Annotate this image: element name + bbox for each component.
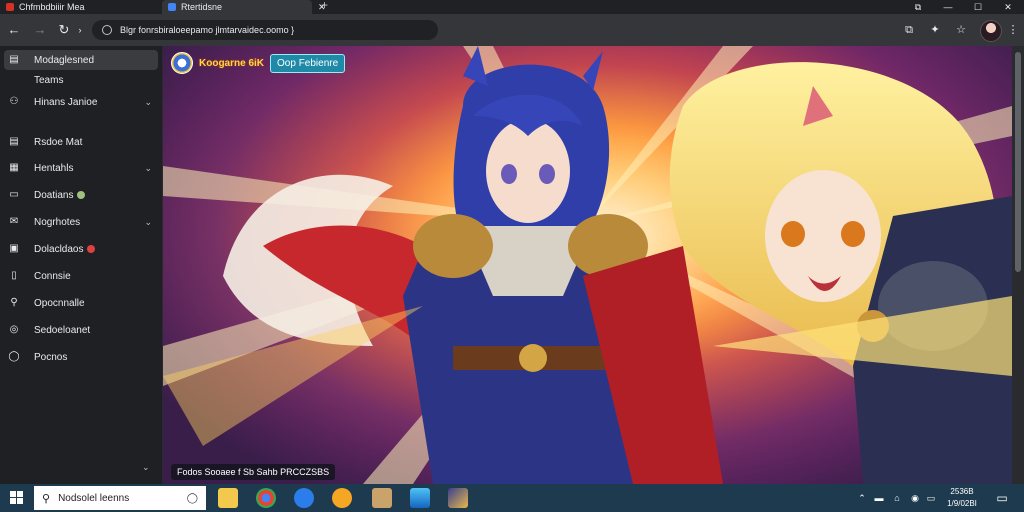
maximize-button[interactable]: ☐	[966, 0, 990, 14]
sidebar-item-label: Modaglesned	[34, 54, 95, 66]
minimize-button[interactable]: —	[936, 0, 960, 14]
chevron-down-icon[interactable]: ⌄	[144, 217, 152, 228]
tab-search-icon[interactable]: ⧉	[906, 0, 930, 14]
battery-icon[interactable]: ▬	[872, 484, 886, 512]
blank-icon	[8, 74, 20, 86]
sidebar-item-rsdoe-mat[interactable]: ▤ Rsdoe Mat	[8, 132, 158, 152]
tab-favicon-icon	[6, 3, 14, 11]
back-arrow-icon[interactable]: ←	[6, 22, 22, 38]
chevron-right-icon[interactable]: ›	[72, 22, 88, 38]
sidebar-item-hinans-janioe[interactable]: ⚇ Hinans Janioe ⌄	[8, 92, 158, 112]
book-icon: ▯	[11, 270, 17, 281]
tray-chevron-up-icon[interactable]: ⌃	[856, 484, 868, 512]
tab-title: Rtertidsne	[181, 2, 223, 12]
search-icon: ⚲	[10, 297, 18, 308]
bookmark-star-icon[interactable]: ☆	[954, 23, 968, 37]
close-window-button[interactable]: ✕	[996, 0, 1020, 14]
sidebar-item-label: Hinans Janioe	[34, 96, 98, 108]
mail-icon: ✉	[9, 216, 19, 227]
sidebar-item-sedoeloanet[interactable]: ◎ Sedoeloanet	[8, 320, 158, 340]
site-info-icon[interactable]	[102, 25, 112, 35]
sidebar-item-label: Teams	[34, 74, 64, 86]
search-icon: ⚲	[42, 492, 51, 505]
folder-app-icon[interactable]	[372, 488, 392, 508]
settings-icon: ◎	[9, 324, 19, 335]
anime-illustration	[163, 46, 1012, 484]
store-icon[interactable]	[410, 488, 430, 508]
profile-avatar[interactable]	[980, 20, 1002, 42]
copy-icon[interactable]: ⧉	[902, 23, 916, 37]
windows-start-icon[interactable]	[0, 484, 34, 512]
clock-time: 2536B	[950, 487, 974, 496]
sidebar-item-label: Dolacldaos	[34, 243, 84, 255]
sidebar-item-dolacldaos[interactable]: ▣ Dolacldaos	[8, 239, 158, 259]
panel-icon: ▤	[9, 54, 19, 65]
menu-dots-icon[interactable]: ⋮	[1006, 23, 1020, 37]
sidebar-item-label: Nogrhotes	[34, 216, 81, 228]
browser-titlebar: Chfmbdbiiir Mea Rtertidsne ✕ + ⧉ — ☐ ✕	[0, 0, 1024, 14]
play-button[interactable]: Oop Febienre	[270, 53, 346, 73]
scrollbar-thumb[interactable]	[1015, 52, 1021, 272]
browser-toolbar: ← → ↻ › Blgr fonrsbiraloeepamo jlmtarvai…	[0, 14, 1024, 46]
taskbar-clock[interactable]: 2536B 1/9/02BI	[940, 486, 984, 510]
game-logo-icon	[171, 52, 193, 74]
chevron-down-icon[interactable]: ⌄	[144, 163, 152, 174]
extensions-icon[interactable]: ✦	[928, 23, 942, 37]
sidebar-item-connsie[interactable]: ▯ Connsie	[8, 266, 158, 286]
sidebar-item-label: Pocnos	[34, 351, 68, 363]
sidebar-item-opocnnalle[interactable]: ⚲ Opocnnalle	[8, 293, 158, 313]
volume-icon[interactable]: ◉	[908, 484, 922, 512]
search-text: Nodsolel leenns	[58, 492, 130, 504]
sidebar-item-label: Sedoeloanet	[34, 324, 91, 336]
address-bar[interactable]: Blgr fonrsbiraloeepamo jlmtarvaidec.oomo…	[92, 20, 438, 40]
url-text: Blgr fonrsbiraloeepamo jlmtarvaidec.oomo…	[120, 25, 295, 35]
hero-artwork: Koogarne 6iK Oop Febienre Fodos Sooaee f…	[163, 46, 1012, 484]
sidebar-item-label: Hentahls	[34, 162, 74, 174]
network-icon[interactable]: ⌂	[890, 484, 904, 512]
chevron-down-icon[interactable]: ⌄	[144, 97, 152, 108]
game-app-icon[interactable]	[448, 488, 468, 508]
sidebar-item-label: Connsie	[34, 270, 71, 282]
status-badge	[77, 191, 86, 199]
sidebar-item-label: Rsdoe Mat	[34, 136, 83, 148]
cortana-icon[interactable]: ◯	[187, 493, 198, 504]
status-badge	[87, 245, 96, 253]
file-explorer-icon[interactable]	[218, 488, 238, 508]
image-icon: ▣	[9, 243, 19, 254]
chevron-down-icon[interactable]: ⌄	[142, 462, 150, 473]
reload-icon[interactable]: ↻	[56, 22, 72, 38]
forward-arrow-icon[interactable]: →	[32, 22, 48, 38]
vertical-scrollbar[interactable]	[1012, 46, 1024, 484]
keyboard-icon[interactable]: ▭	[924, 484, 938, 512]
sidebar-item-hentahls[interactable]: ▦ Hentahls ⌄	[8, 158, 158, 178]
game-title-badge: Koogarne 6iK Oop Febienre	[171, 52, 346, 74]
help-icon: ◯	[8, 351, 20, 362]
windows-taskbar: ⚲ Nodsolel leenns ◯ ⌃ ▬ ⌂ ◉ ▭ 2536B 1/9/…	[0, 484, 1024, 512]
tab-favicon-icon	[168, 3, 176, 11]
chat-icon: ▭	[9, 189, 19, 200]
firefox-icon[interactable]	[332, 488, 352, 508]
people-icon: ⚇	[9, 96, 19, 107]
sidebar-item-doatians[interactable]: ▭ Doatians	[8, 185, 158, 205]
taskbar-search-box[interactable]: ⚲ Nodsolel leenns ◯	[34, 486, 206, 510]
sidebar-item-label: Doatians	[34, 189, 74, 201]
sidebar-item-nogrhotes[interactable]: ✉ Nogrhotes ⌄	[8, 212, 158, 232]
sidebar-item-label: Opocnnalle	[34, 297, 85, 309]
sidebar-item-pocnos[interactable]: ◯ Pocnos	[8, 347, 158, 367]
browser-tab-2[interactable]: Rtertidsne	[162, 0, 312, 14]
clock-date: 1/9/02BI	[947, 499, 977, 508]
list-icon: ▤	[9, 136, 19, 147]
sidebar-item-teams[interactable]: Teams	[8, 70, 158, 90]
sidebar: ▤ Modaglesned Teams ⚇ Hinans Janioe ⌄ ▤ …	[0, 46, 163, 484]
new-tab-button[interactable]: +	[321, 0, 328, 12]
game-title: Koogarne 6iK	[199, 57, 265, 69]
edge-icon[interactable]	[294, 488, 314, 508]
chrome-icon[interactable]	[256, 488, 276, 508]
sidebar-item-modaglesned[interactable]: ▤ Modaglesned	[4, 50, 158, 70]
browser-tab-1[interactable]: Chfmbdbiiir Mea	[0, 0, 160, 14]
image-caption: Fodos Sooaee f Sb Sahb PRCCZSBS	[171, 464, 336, 480]
grid-icon: ▦	[9, 162, 19, 173]
notifications-icon[interactable]: ▭	[992, 484, 1012, 512]
tab-title: Chfmbdbiiir Mea	[19, 2, 85, 12]
